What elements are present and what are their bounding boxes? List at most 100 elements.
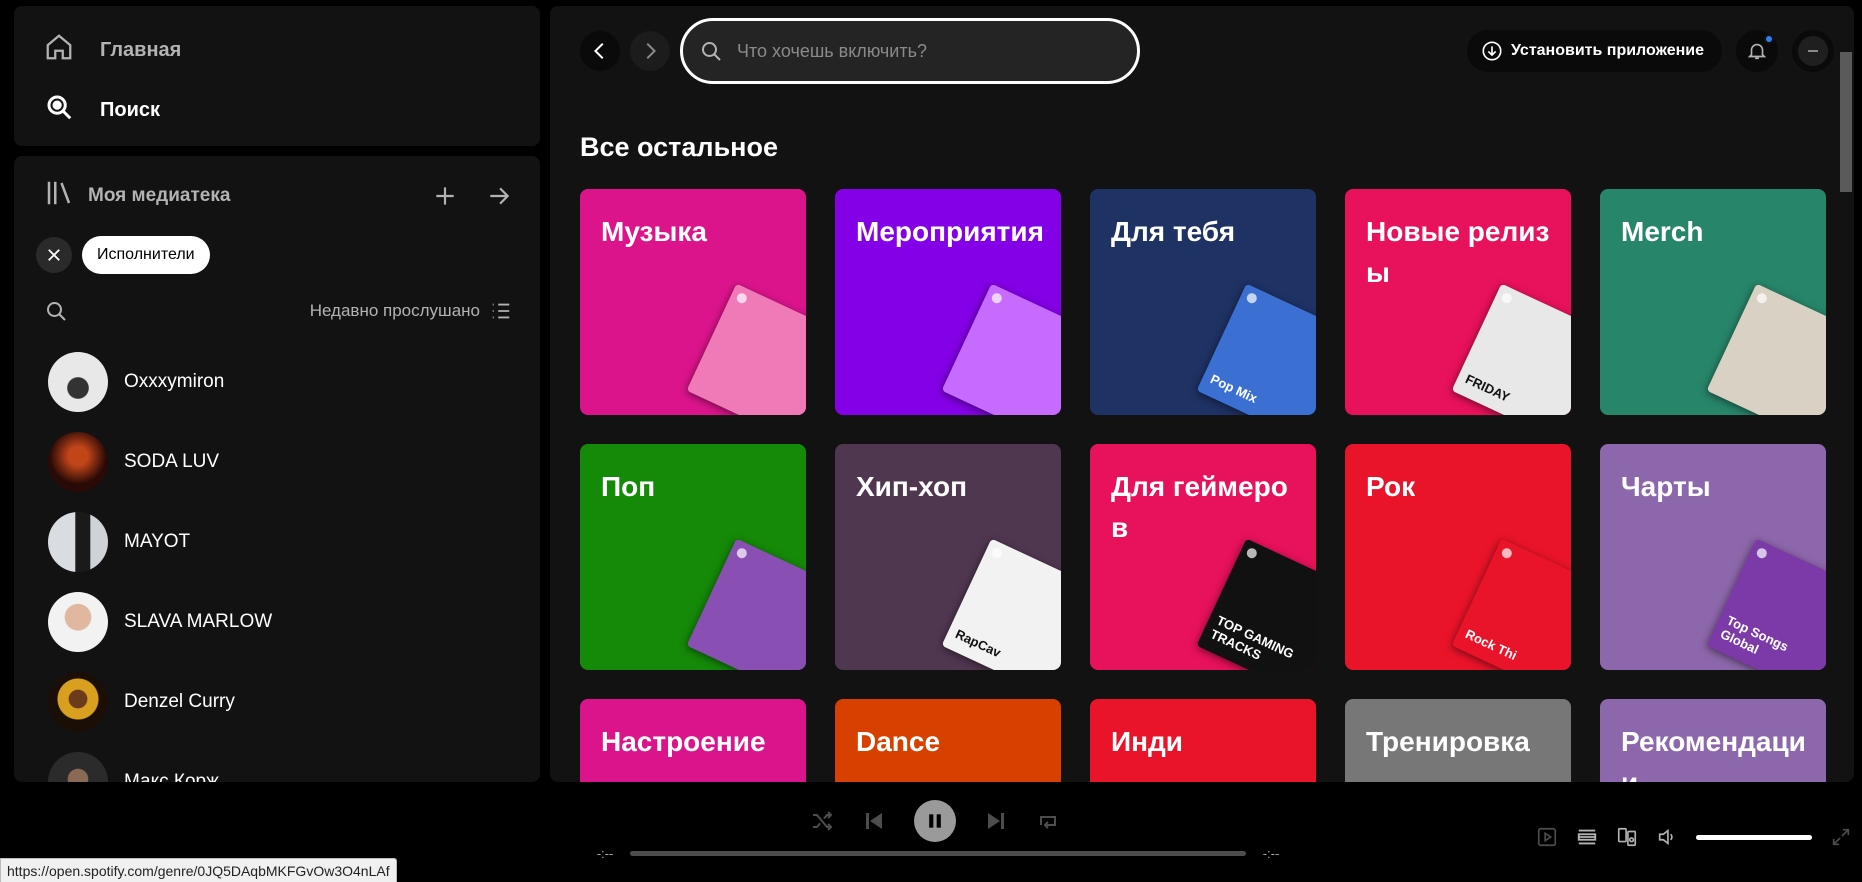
artist-avatar <box>48 672 108 732</box>
artist-name: Oxxxymiron <box>124 371 225 392</box>
top-bar: Установить приложение <box>580 14 1834 88</box>
library-icon <box>44 178 74 214</box>
volume-fill <box>1696 834 1812 840</box>
artist-name: MAYOT <box>124 531 191 552</box>
spotify-logo-icon <box>1755 291 1769 305</box>
category-tile[interactable]: Хип-хоп RapCav <box>835 444 1061 670</box>
category-title: Инди <box>1111 726 1184 757</box>
repeat-button[interactable] <box>1036 809 1060 833</box>
chevron-left-icon <box>593 42 604 60</box>
filter-chips: Исполнители <box>36 236 210 274</box>
install-app-label: Установить приложение <box>1510 42 1704 59</box>
volume-slider[interactable] <box>1696 834 1812 840</box>
library-tools: Недавно прослушано <box>44 294 512 328</box>
spotify-logo-icon <box>990 291 1004 305</box>
artist-item[interactable]: Denzel Curry <box>36 662 540 742</box>
player-controls <box>810 800 1060 842</box>
nav-search[interactable]: Поиск <box>44 92 160 128</box>
category-tile[interactable]: Dance <box>835 699 1061 782</box>
forward-button[interactable] <box>630 31 670 71</box>
previous-button[interactable] <box>862 809 886 833</box>
install-app-button[interactable]: Установить приложение <box>1466 30 1722 72</box>
now-playing-view-button[interactable] <box>1536 826 1558 848</box>
category-tile[interactable]: Рок Rock Thi <box>1345 444 1571 670</box>
play-pause-button[interactable] <box>914 800 956 842</box>
category-title: Музыка <box>601 216 707 247</box>
category-title: Dance <box>856 726 941 757</box>
nav-home[interactable]: Главная <box>44 32 181 68</box>
category-tile[interactable]: Чарты Top Songs Global <box>1600 444 1826 670</box>
spotify-logo-icon <box>1500 546 1514 560</box>
time-elapsed: -:-- <box>596 846 614 861</box>
shuffle-icon <box>813 811 833 831</box>
artist-name: SODA LUV <box>124 451 220 472</box>
extra-controls <box>1536 826 1852 848</box>
category-tile[interactable]: Музыка <box>580 189 806 415</box>
artist-item[interactable]: SLAVA MARLOW <box>36 582 540 662</box>
spotify-logo-icon <box>990 546 1004 560</box>
category-title: Для тебя <box>1111 216 1236 247</box>
spotify-logo-icon <box>1245 546 1259 560</box>
notification-dot <box>1764 34 1774 44</box>
category-title: Настроение <box>601 726 766 757</box>
category-tile[interactable]: Рекомендации <box>1600 699 1826 782</box>
shuffle-button[interactable] <box>810 809 834 833</box>
nav-search-label: Поиск <box>100 98 161 121</box>
next-button[interactable] <box>984 809 1008 833</box>
artist-item[interactable]: Макс Корж <box>36 742 540 782</box>
list-icon <box>492 303 510 319</box>
artist-item[interactable]: SODA LUV <box>36 422 540 502</box>
category-tile[interactable]: Новые релизы FRIDAY <box>1345 189 1571 415</box>
library-search-button[interactable] <box>44 299 68 323</box>
profile-button[interactable] <box>1792 30 1834 72</box>
cover-label: Top Songs Global <box>1718 612 1791 657</box>
category-cover-art <box>941 283 1061 415</box>
category-cover-art: RapCav <box>941 538 1061 670</box>
volume-icon <box>1658 828 1673 846</box>
category-cover-art: FRIDAY <box>1451 283 1571 415</box>
artist-avatar <box>48 592 108 652</box>
artist-avatar <box>48 432 108 492</box>
mute-button[interactable] <box>1656 826 1678 848</box>
search-input[interactable] <box>735 39 1115 63</box>
category-tile[interactable]: Инди <box>1090 699 1316 782</box>
clear-filter-button[interactable] <box>36 237 72 273</box>
filter-chip-artists[interactable]: Исполнители <box>82 236 210 274</box>
library-title-button[interactable]: Моя медиатека <box>44 178 230 214</box>
artist-item[interactable]: Oxxxymiron <box>36 342 540 422</box>
device-icon <box>1617 827 1637 847</box>
library-panel: Моя медиатека Исполнители Недавно прослу… <box>14 156 540 782</box>
category-tile[interactable]: Поп <box>580 444 806 670</box>
arrow-right-icon <box>490 187 510 205</box>
category-title: Тренировка <box>1366 726 1530 757</box>
category-tile[interactable]: Настроение <box>580 699 806 782</box>
queue-icon <box>1577 829 1597 845</box>
back-button[interactable] <box>580 31 620 71</box>
cover-label: Rock Thi <box>1463 626 1520 664</box>
category-tile[interactable]: Merch <box>1600 189 1826 415</box>
category-tile[interactable]: Мероприятия <box>835 189 1061 415</box>
scrollbar[interactable] <box>1840 52 1852 192</box>
artist-item[interactable]: MAYOT <box>36 502 540 582</box>
category-title: Чарты <box>1621 471 1711 502</box>
notifications-button[interactable] <box>1736 30 1778 72</box>
connect-device-button[interactable] <box>1616 826 1638 848</box>
queue-button[interactable] <box>1576 826 1598 848</box>
fullscreen-button[interactable] <box>1830 826 1852 848</box>
search-box[interactable] <box>680 18 1140 84</box>
create-playlist-button[interactable] <box>432 183 458 209</box>
artist-list: Oxxxymiron SODA LUV MAYOT SLAVA MARLOW D… <box>36 342 540 782</box>
category-tile[interactable]: Тренировка <box>1345 699 1571 782</box>
category-title: Поп <box>601 471 656 502</box>
category-tile[interactable]: Для геймеров TOP GAMING TRACKS <box>1090 444 1316 670</box>
artist-name: Макс Корж <box>124 771 219 782</box>
expand-library-button[interactable] <box>486 183 512 209</box>
category-title: Хип-хоп <box>856 471 968 502</box>
cover-label: TOP GAMING TRACKS <box>1208 612 1297 663</box>
sort-button[interactable]: Недавно прослушано <box>310 300 512 322</box>
bell-icon <box>1747 43 1767 60</box>
category-tile[interactable]: Для тебя Pop Mix <box>1090 189 1316 415</box>
cover-label: FRIDAY <box>1463 371 1513 405</box>
progress-bar[interactable] <box>630 851 1246 856</box>
now-playing-icon <box>1537 827 1557 847</box>
